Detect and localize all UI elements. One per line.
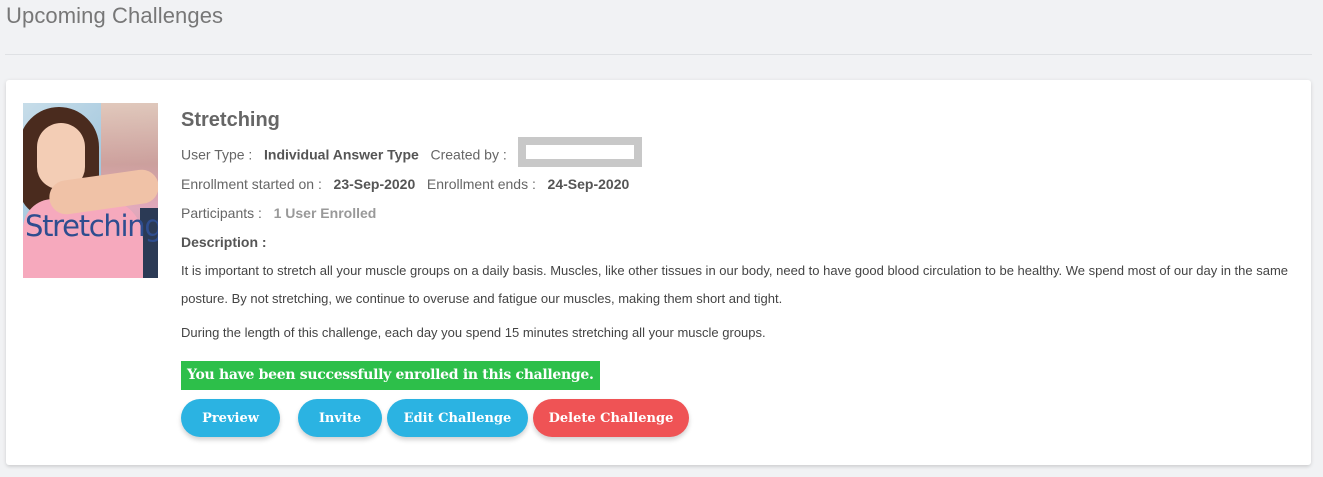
enrollment-row: Enrollment started on : 23-Sep-2020 Enro…: [181, 175, 629, 193]
description-heading: Description :: [181, 234, 267, 250]
challenge-thumbnail[interactable]: Stretching: [23, 103, 158, 278]
page-header: Upcoming Challenges: [5, 0, 1312, 55]
preview-button[interactable]: Preview: [181, 399, 280, 437]
challenge-name: Stretching: [181, 109, 280, 131]
user-type-label: User Type :: [181, 146, 253, 163]
delete-challenge-button[interactable]: Delete Challenge: [533, 399, 689, 437]
enrolled-success-banner: You have been successfully enrolled in t…: [181, 361, 600, 390]
enroll-end-value: 24-Sep-2020: [547, 176, 630, 192]
description-paragraph: During the length of this challenge, eac…: [181, 325, 766, 340]
participants-label: Participants :: [181, 205, 262, 221]
participants-value: 1 User Enrolled: [273, 205, 377, 221]
enroll-start-value: 23-Sep-2020: [333, 176, 416, 192]
edit-challenge-button[interactable]: Edit Challenge: [387, 399, 528, 437]
thumbnail-caption: Stretching: [25, 209, 158, 243]
description: It is important to stretch all your musc…: [181, 257, 1291, 347]
created-by-redacted: [518, 137, 643, 167]
enroll-start-label: Enrollment started on :: [181, 176, 322, 192]
page-title: Upcoming Challenges: [6, 3, 224, 28]
created-by-label: Created by :: [430, 146, 507, 163]
description-paragraph: It is important to stretch all your musc…: [181, 263, 1289, 306]
challenge-details: Stretching User Type : Individual Answer…: [181, 108, 1291, 437]
enroll-end-label: Enrollment ends :: [426, 176, 536, 192]
invite-button[interactable]: Invite: [298, 399, 382, 437]
user-type-row: User Type : Individual Answer Type Creat…: [181, 137, 643, 167]
challenge-card: Stretching Stretching User Type : Indivi…: [6, 80, 1311, 465]
participants-row: Participants : 1 User Enrolled: [181, 204, 376, 222]
user-type-value: Individual Answer Type: [264, 146, 419, 163]
